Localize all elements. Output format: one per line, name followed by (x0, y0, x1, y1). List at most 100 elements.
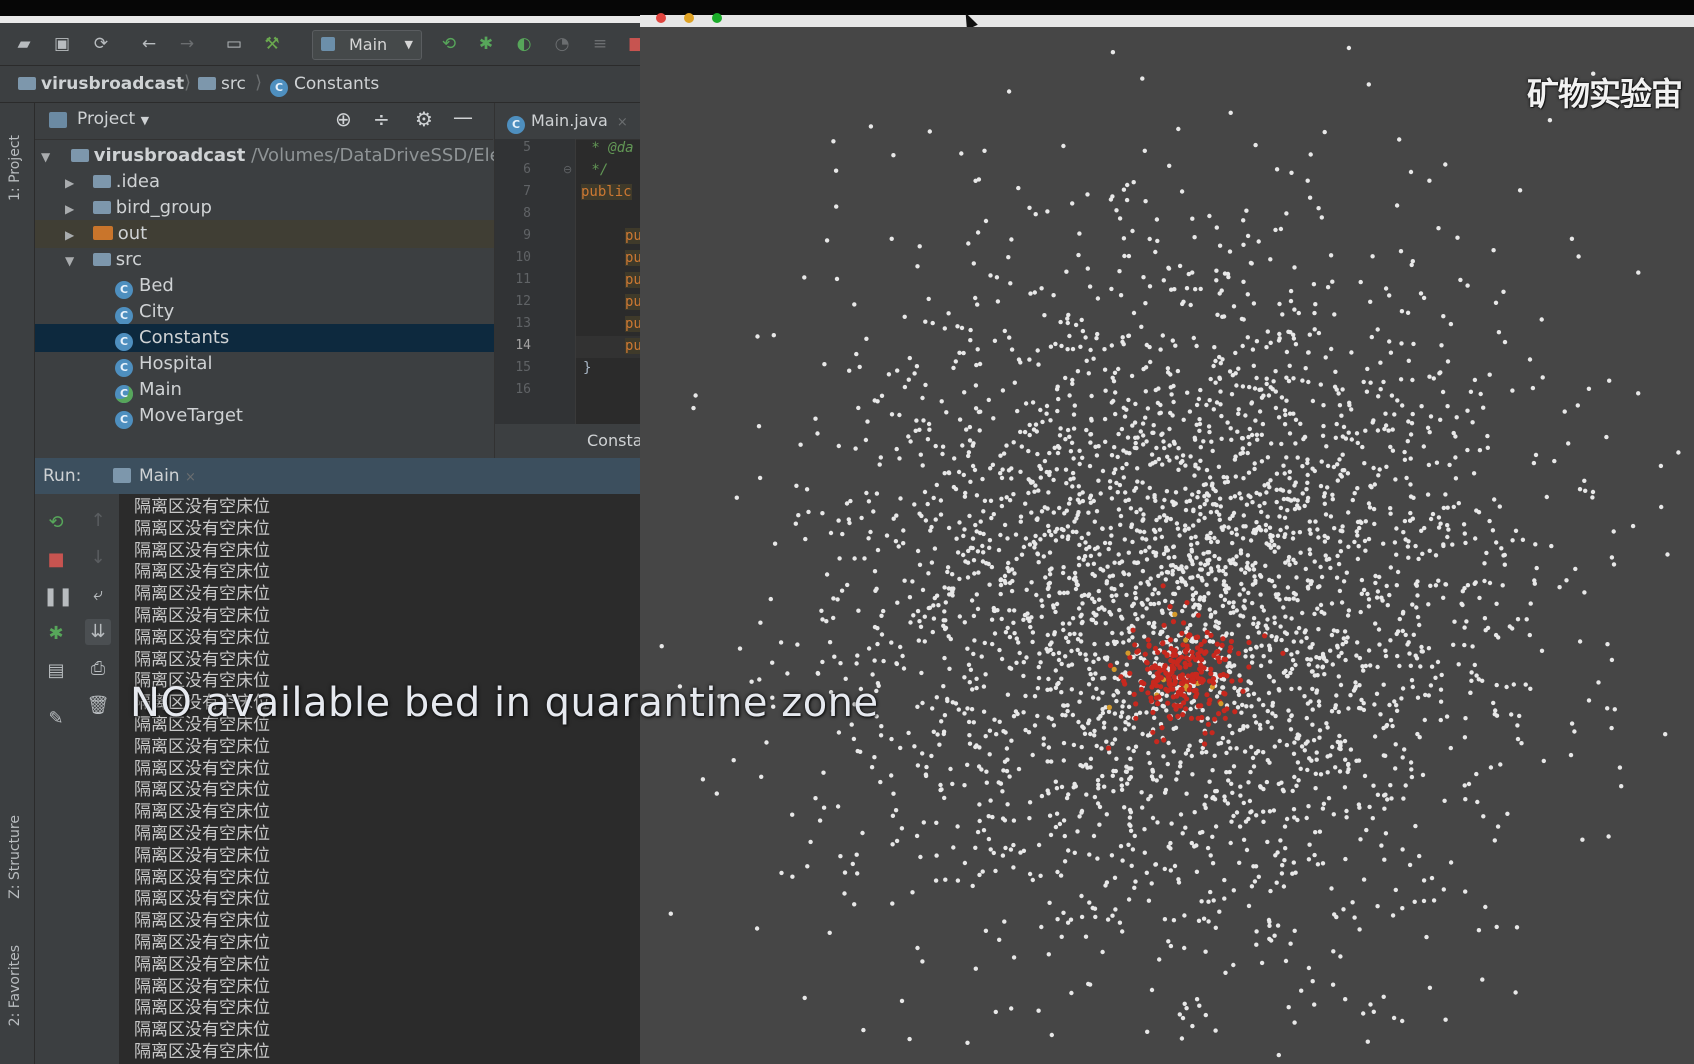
healthy-person-dot (1058, 873, 1064, 878)
healthy-person-dot (1303, 366, 1308, 371)
arrow-down-icon[interactable]: ↓ (85, 545, 111, 571)
healthy-person-dot (1122, 414, 1128, 419)
sync-icon[interactable]: ⟳ (89, 32, 113, 56)
fold-marker-icon[interactable]: ⊖ (563, 163, 572, 176)
window-zoom-dot[interactable] (712, 13, 722, 23)
pause-icon[interactable]: ❚❚ (43, 584, 73, 610)
run-config-select[interactable]: Main ▼ (312, 30, 422, 60)
healthy-person-dot (945, 696, 950, 702)
hide-panel-icon[interactable]: — (453, 105, 473, 129)
debug-bug-icon[interactable]: ✱ (43, 621, 69, 647)
tab-project[interactable]: 1: Project (7, 135, 23, 201)
code-closing-brace: } (583, 360, 592, 376)
healthy-person-dot (821, 805, 827, 810)
healthy-person-dot (1338, 539, 1343, 544)
layout-icon[interactable]: ▤ (43, 658, 69, 684)
healthy-person-dot (1235, 689, 1241, 694)
healthy-person-dot (1206, 899, 1211, 904)
window-close-dot[interactable] (656, 13, 666, 23)
window-minimize-dot[interactable] (684, 13, 694, 23)
healthy-person-dot (1072, 631, 1077, 636)
trash-icon[interactable]: 🗑 (85, 693, 111, 719)
arrow-up-icon[interactable]: ↑ (85, 508, 111, 534)
coverage-icon[interactable]: ◐ (512, 32, 536, 56)
back-arrow-icon[interactable]: ← (137, 32, 161, 56)
rerun-icon[interactable]: ⟲ (43, 510, 69, 536)
profile-icon[interactable]: ◔ (550, 32, 574, 56)
healthy-person-dot (1248, 260, 1254, 266)
project-view-selector[interactable]: Project ▼ (77, 109, 149, 129)
run-tab-main[interactable]: Main × (139, 458, 196, 496)
tree-class-bed[interactable]: C Bed (35, 272, 573, 300)
healthy-person-dot (1055, 917, 1060, 922)
tree-class-city[interactable]: C City (35, 298, 573, 326)
healthy-person-dot (1021, 660, 1026, 665)
collapse-all-icon[interactable]: ÷ (373, 107, 390, 131)
healthy-person-dot (1079, 612, 1084, 617)
stop-icon[interactable]: ■ (624, 32, 640, 56)
healthy-person-dot (1059, 343, 1064, 349)
build-hammer-icon[interactable]: ⚒ (260, 32, 284, 56)
healthy-person-dot (1272, 620, 1277, 626)
healthy-person-dot (1335, 478, 1340, 483)
healthy-person-dot (1333, 705, 1338, 711)
editor-breadcrumb-footer[interactable]: Consta (495, 424, 640, 458)
soft-wrap-icon[interactable]: ⤶ (85, 582, 111, 608)
close-tab-icon[interactable]: × (185, 470, 196, 485)
healthy-person-dot (1402, 457, 1408, 462)
tab-favorites[interactable]: 2: Favorites (7, 945, 23, 1026)
healthy-person-dot (1175, 579, 1180, 585)
healthy-person-dot (1246, 903, 1252, 909)
healthy-person-dot (1102, 675, 1107, 681)
healthy-person-dot (1103, 883, 1108, 888)
healthy-person-dot (1314, 688, 1320, 693)
healthy-person-dot (1259, 960, 1265, 966)
window-icon[interactable]: ▭ (222, 32, 246, 56)
forward-arrow-icon[interactable]: → (175, 32, 199, 56)
healthy-person-dot (1212, 553, 1217, 559)
tree-folder-bird-group[interactable]: ▶ bird_group (35, 194, 523, 222)
healthy-person-dot (1322, 501, 1327, 506)
print-icon[interactable]: ⎙ (85, 656, 111, 682)
locate-crosshair-icon[interactable]: ⊕ (335, 107, 352, 131)
tree-folder-idea[interactable]: ▶ .idea (35, 168, 523, 196)
attach-icon[interactable]: ≡ (588, 32, 612, 56)
infected-person-dot (1198, 641, 1204, 648)
debug-bug-icon[interactable]: ✱ (474, 32, 498, 56)
editor-tab-main-java[interactable]: C Main.java × (495, 103, 640, 140)
healthy-person-dot (980, 543, 985, 549)
tab-structure[interactable]: Z: Structure (7, 815, 23, 899)
rerun-icon[interactable]: ⟲ (437, 32, 461, 56)
console-output[interactable]: 隔离区没有空床位 隔离区没有空床位 隔离区没有空床位 隔离区没有空床位 隔离区没有空床位… (120, 494, 640, 1064)
healthy-person-dot (1487, 518, 1492, 524)
open-folder-icon[interactable]: ▰ (12, 32, 36, 56)
tree-folder-src[interactable]: ▼ src (35, 246, 523, 274)
healthy-person-dot (1502, 552, 1507, 558)
scroll-to-end-icon[interactable]: ⇊ (85, 619, 111, 645)
healthy-person-dot (1047, 572, 1053, 577)
tree-folder-out[interactable]: ▶ out (35, 220, 523, 248)
healthy-person-dot (1452, 619, 1457, 624)
tree-root[interactable]: ▼ virusbroadcast /Volumes/DataDriveSSD/E… (35, 142, 501, 170)
healthy-person-dot (1315, 673, 1320, 678)
healthy-person-dot (1074, 516, 1079, 521)
tree-class-constants[interactable]: C Constants (35, 324, 573, 352)
healthy-person-dot (924, 764, 929, 770)
tree-class-main[interactable]: C Main (35, 376, 573, 404)
close-tab-icon[interactable]: × (617, 115, 628, 130)
breadcrumb-constants[interactable]: C Constants (270, 74, 379, 97)
healthy-person-dot (1069, 648, 1074, 654)
healthy-person-dot (1349, 437, 1354, 442)
healthy-person-dot (1238, 784, 1243, 789)
pin-icon[interactable]: ✎ (43, 706, 69, 732)
breadcrumb-project[interactable]: virusbroadcast (18, 74, 184, 94)
healthy-person-dot (917, 511, 922, 516)
tree-class-movetarget[interactable]: C MoveTarget (35, 402, 573, 430)
gear-icon[interactable]: ⚙ (415, 107, 433, 131)
save-icon[interactable]: ▣ (50, 32, 74, 56)
healthy-person-dot (1249, 744, 1254, 750)
ide-title-strip (0, 16, 640, 23)
breadcrumb-src[interactable]: src (198, 74, 246, 94)
stop-icon[interactable]: ■ (43, 547, 69, 573)
tree-class-hospital[interactable]: C Hospital (35, 350, 573, 378)
